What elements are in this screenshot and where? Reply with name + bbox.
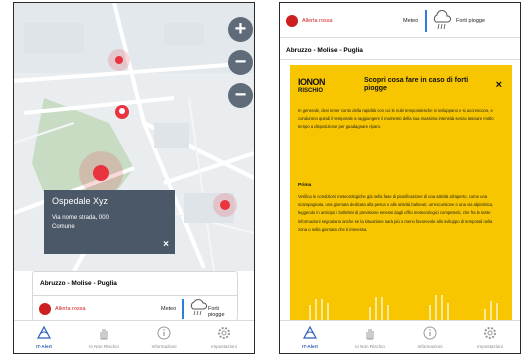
panel-close-button[interactable]: × bbox=[496, 79, 502, 91]
meteo-label: Meteo bbox=[161, 306, 177, 312]
tab-informazioni[interactable]: Informazioni bbox=[400, 321, 460, 353]
meteo-divider bbox=[182, 299, 184, 319]
tab-label: IT-Alert bbox=[302, 344, 318, 349]
forecast-label: Forti piogge bbox=[208, 306, 225, 318]
rain-cloud-icon bbox=[433, 10, 452, 30]
tab-impostazioni[interactable]: Impostazioni bbox=[460, 321, 520, 353]
panel-title: Scopri cosa fare in caso di forti piogge bbox=[364, 77, 469, 92]
region-label: Abruzzo - Molise - Puglia bbox=[40, 280, 117, 287]
guidance-panel: IONON RISCHIO Scopri cosa fare in caso d… bbox=[290, 65, 512, 323]
tab-bar: IT-Alert Io Non Rischio Informazioni Imp… bbox=[280, 320, 520, 353]
region-label: Abruzzo - Molise - Puglia bbox=[286, 47, 363, 54]
status-bar[interactable]: Allerta rossa Meteo Forti piogge bbox=[280, 3, 520, 38]
tab-label: Io Non Rischio bbox=[89, 344, 119, 349]
alert-label: Allerta rossa bbox=[55, 306, 86, 312]
card-divider bbox=[33, 295, 237, 296]
info-icon bbox=[157, 326, 171, 340]
alert-icon bbox=[302, 325, 318, 339]
section-title: Prima bbox=[298, 183, 312, 188]
tab-label: Impostazioni bbox=[211, 344, 237, 349]
alert-label: Allerta rossa bbox=[302, 18, 333, 24]
map-screen: + − − Ospedale Xyz Via nome strada, 000 … bbox=[13, 2, 255, 354]
location-popup: Ospedale Xyz Via nome strada, 000 Comune… bbox=[44, 190, 175, 254]
alert-icon bbox=[36, 325, 52, 339]
tab-label: Informazioni bbox=[151, 344, 177, 349]
zoom-in-button[interactable]: + bbox=[228, 17, 253, 42]
forecast-label: Forti piogge bbox=[456, 18, 486, 24]
tab-label: Informazioni bbox=[417, 344, 443, 349]
logo-main-text: IONON bbox=[298, 77, 326, 87]
alert-card[interactable]: Abruzzo - Molise - Puglia Allerta rossa … bbox=[32, 271, 238, 321]
hands-illustration bbox=[309, 295, 498, 323]
tab-label: Io Non Rischio bbox=[355, 344, 385, 349]
intro-text: In generale, devi tener conto della rapi… bbox=[298, 108, 494, 130]
tab-io-non-rischio[interactable]: Io Non Rischio bbox=[340, 321, 400, 353]
tab-bar: IT-Alert Io Non Rischio Informazioni Imp… bbox=[14, 320, 254, 353]
logo-sub-text: RISCHIO bbox=[298, 88, 324, 94]
io-non-rischio-logo: IONON RISCHIO bbox=[298, 76, 352, 98]
alert-status-icon bbox=[286, 15, 298, 27]
hand-icon bbox=[100, 329, 108, 340]
hotspot-dot[interactable] bbox=[115, 56, 123, 64]
popup-address: Via nome strada, 000 bbox=[52, 215, 109, 221]
tab-io-non-rischio[interactable]: Io Non Rischio bbox=[74, 321, 134, 353]
tab-impostazioni[interactable]: Impostazioni bbox=[194, 321, 254, 353]
locate-button[interactable]: − bbox=[228, 83, 253, 108]
tab-it-alert[interactable]: IT-Alert bbox=[14, 321, 74, 353]
hotspot-dot[interactable] bbox=[220, 200, 230, 210]
gear-icon bbox=[484, 327, 496, 339]
tab-label: Impostazioni bbox=[477, 344, 503, 349]
tab-label: IT-Alert bbox=[36, 344, 52, 349]
popup-title: Ospedale Xyz bbox=[52, 196, 109, 206]
zoom-out-button[interactable]: − bbox=[228, 50, 253, 75]
alert-status-icon bbox=[39, 303, 51, 315]
rain-cloud-icon bbox=[190, 299, 208, 316]
tab-informazioni[interactable]: Informazioni bbox=[134, 321, 194, 353]
hand-icon bbox=[366, 329, 374, 340]
section-text: Verifica le condizioni meteorologiche gi… bbox=[298, 194, 494, 232]
info-screen: Allerta rossa Meteo Forti piogge Abruzzo… bbox=[279, 2, 521, 354]
map-view[interactable]: + − − Ospedale Xyz Via nome strada, 000 … bbox=[14, 3, 254, 271]
selected-dot[interactable] bbox=[93, 165, 109, 181]
info-icon bbox=[423, 326, 437, 340]
tab-it-alert[interactable]: IT-Alert bbox=[280, 321, 340, 353]
gear-icon bbox=[218, 327, 230, 339]
meteo-divider bbox=[425, 10, 427, 32]
popup-close-button[interactable]: × bbox=[163, 239, 169, 250]
location-marker-center bbox=[119, 108, 125, 114]
meteo-label: Meteo bbox=[403, 18, 419, 24]
popup-city: Comune bbox=[52, 224, 75, 230]
region-divider bbox=[280, 59, 520, 60]
